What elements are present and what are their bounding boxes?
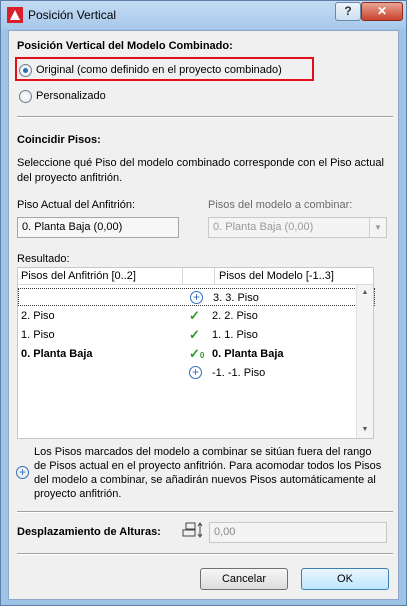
table-row[interactable]: 0. Planta Baja ✓0 0. Planta Baja	[18, 345, 373, 363]
ok-button[interactable]: OK	[301, 568, 389, 590]
dialog-window: Posición Vertical ? ✕ Posición Vertical …	[0, 0, 407, 606]
column-divider	[214, 268, 215, 284]
host-floor-cell: 2. Piso	[21, 310, 55, 322]
host-floor-field: 0. Planta Baja (0,00)	[17, 217, 179, 238]
match-floors-description: Seleccione qué Piso del modelo combinado…	[17, 157, 384, 184]
host-floors-column-header: Pisos del Anfitrión [0..2]	[21, 270, 136, 282]
table-row[interactable]: + 3. 3. Piso	[18, 288, 375, 306]
host-floor-cell: 1. Piso	[21, 329, 55, 341]
add-floor-icon: +	[190, 291, 203, 304]
height-offset-label: Desplazamiento de Alturas:	[17, 526, 161, 538]
original-option-label[interactable]: Original (como definido en el proyecto c…	[36, 64, 282, 76]
window-title: Posición Vertical	[28, 8, 117, 22]
host-floor-label: Piso Actual del Anfitrión:	[17, 199, 136, 211]
separator	[17, 511, 393, 513]
scroll-down-icon[interactable]: ▼	[357, 422, 373, 438]
check-icon: ✓	[189, 308, 200, 323]
model-floor-cell: 0. Planta Baja	[212, 348, 284, 360]
dialog-body: Posición Vertical del Modelo Combinado: …	[8, 30, 399, 600]
result-heading: Resultado:	[17, 253, 70, 265]
offset-icon	[182, 522, 203, 538]
table-row[interactable]: 2. Piso ✓ 2. 2. Piso	[18, 307, 373, 325]
model-floor-cell: -1. -1. Piso	[212, 367, 266, 379]
out-of-range-note: Los Pisos marcados del modelo a combinar…	[34, 446, 382, 500]
check-icon: ✓	[189, 327, 200, 342]
model-floor-cell: 2. 2. Piso	[212, 310, 258, 322]
close-button[interactable]: ✕	[361, 2, 403, 21]
archicad-logo-icon	[7, 7, 23, 23]
separator	[17, 116, 393, 118]
column-divider	[182, 268, 183, 284]
original-radio[interactable]	[19, 64, 32, 77]
model-floor-dropdown[interactable]: 0. Planta Baja (0,00) ▼	[208, 217, 387, 238]
chevron-down-icon[interactable]: ▼	[369, 218, 386, 237]
height-offset-input[interactable]: 0,00	[209, 522, 387, 543]
model-floor-cell: 3. 3. Piso	[213, 292, 259, 304]
separator	[17, 553, 393, 555]
table-row[interactable]: + -1. -1. Piso	[18, 364, 373, 382]
host-floor-cell: 0. Planta Baja	[21, 348, 93, 360]
add-floor-icon: +	[189, 366, 202, 379]
cancel-button[interactable]: Cancelar	[200, 568, 288, 590]
table-row[interactable]: 1. Piso ✓ 1. 1. Piso	[18, 326, 373, 344]
help-button[interactable]: ?	[335, 2, 361, 21]
match-floors-heading: Coincidir Pisos:	[17, 134, 101, 146]
model-floor-value: 0. Planta Baja (0,00)	[213, 221, 314, 233]
model-floor-cell: 1. 1. Piso	[212, 329, 258, 341]
custom-option-label[interactable]: Personalizado	[36, 90, 106, 102]
result-table-header: Pisos del Anfitrión [0..2] Pisos del Mod…	[18, 268, 373, 285]
vertical-scrollbar[interactable]: ▲ ▼	[356, 285, 373, 438]
result-table: Pisos del Anfitrión [0..2] Pisos del Mod…	[17, 267, 375, 439]
custom-radio[interactable]	[19, 90, 32, 103]
title-bar: Posición Vertical ? ✕	[1, 1, 406, 29]
add-floor-legend-icon: +	[16, 466, 29, 479]
model-floor-label: Pisos del modelo a combinar:	[208, 199, 353, 211]
host-floor-value: 0. Planta Baja (0,00)	[22, 221, 123, 233]
model-floors-column-header: Pisos del Modelo [-1..3]	[219, 270, 334, 282]
current-floor-check-icon: ✓0	[189, 346, 205, 361]
height-offset-value: 0,00	[214, 526, 236, 538]
scroll-up-icon[interactable]: ▲	[357, 285, 373, 301]
vertical-position-heading: Posición Vertical del Modelo Combinado:	[17, 40, 233, 52]
